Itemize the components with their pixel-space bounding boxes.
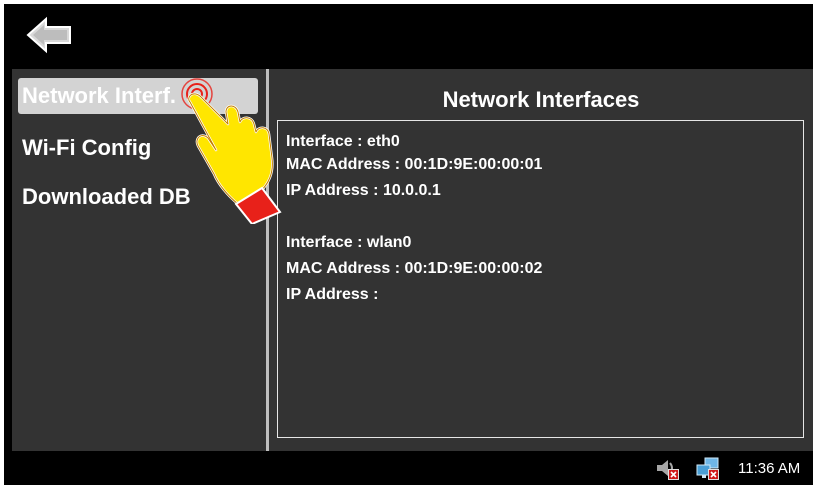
interface-label: Interface : <box>286 234 363 251</box>
top-bar <box>4 4 813 66</box>
sidebar-item-label: Network Interf. <box>22 83 177 108</box>
sidebar-item-wifi-config[interactable]: Wi-Fi Config <box>18 130 151 166</box>
ip-value: 10.0.0.1 <box>382 182 441 199</box>
page-title: Network Interfaces <box>442 87 640 112</box>
interface-name-row: Interface : wlan0 <box>286 234 411 252</box>
sidebar-item-label: Downloaded DB <box>22 184 191 209</box>
network-disconnected-icon[interactable] <box>695 457 721 481</box>
ip-label: IP Address : <box>286 182 379 199</box>
back-arrow-icon <box>26 16 71 54</box>
mac-value: 00:1D:9E:00:00:01 <box>404 156 543 173</box>
clock: 11:36 AM <box>738 460 801 477</box>
taskbar: 11:36 AM <box>4 451 813 485</box>
sidebar-item-network-interfaces[interactable]: Network Interf. <box>18 78 258 114</box>
interface-label: Interface : <box>286 133 363 150</box>
content-panel: Network Interfaces Interface : eth0 MAC … <box>269 69 813 451</box>
mac-address-row: MAC Address : 00:1D:9E:00:00:01 <box>286 156 542 174</box>
mac-value: 00:1D:9E:00:00:02 <box>404 260 543 277</box>
ip-address-row: IP Address : 10.0.0.1 <box>286 182 441 200</box>
interfaces-info-box: Interface : eth0 MAC Address : 00:1D:9E:… <box>277 120 804 438</box>
mac-label: MAC Address : <box>286 156 401 173</box>
sidebar-item-downloaded-db[interactable]: Downloaded DB <box>18 179 191 215</box>
back-button[interactable] <box>26 16 72 54</box>
mac-label: MAC Address : <box>286 260 401 277</box>
volume-muted-icon[interactable] <box>655 457 681 481</box>
mac-address-row: MAC Address : 00:1D:9E:00:00:02 <box>286 260 542 278</box>
device-screen: Network Interf. Wi-Fi Config Downloaded … <box>4 4 813 485</box>
ip-address-row: IP Address : <box>286 286 378 304</box>
interface-value: wlan0 <box>366 234 412 251</box>
sidebar: Network Interf. Wi-Fi Config Downloaded … <box>12 69 266 451</box>
interface-value: eth0 <box>366 133 400 150</box>
sidebar-item-label: Wi-Fi Config <box>22 135 152 160</box>
ip-label: IP Address : <box>286 286 379 303</box>
interface-name-row: Interface : eth0 <box>286 133 400 151</box>
